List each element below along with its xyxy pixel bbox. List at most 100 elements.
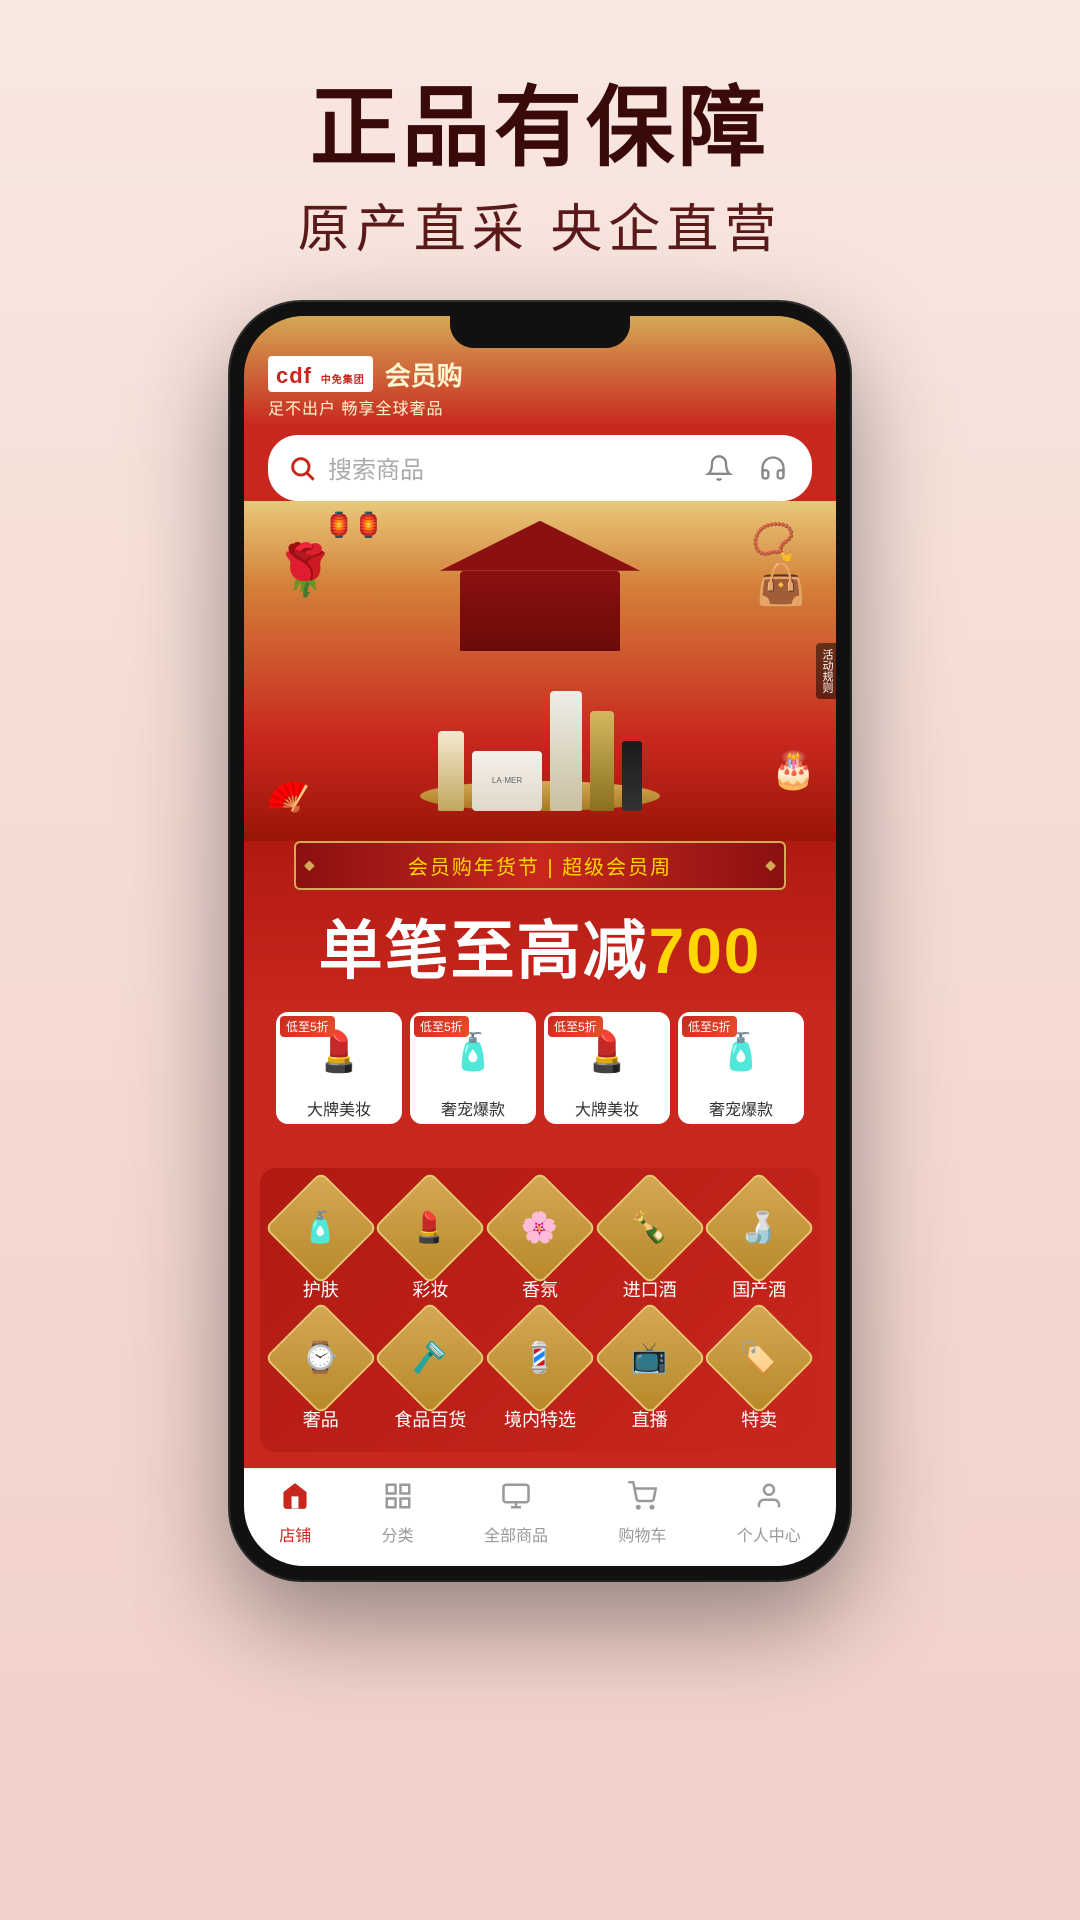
cat-diamond-skincare: 🧴 [264, 1171, 377, 1284]
lanterns-decoration: 🏮🏮 [324, 511, 384, 540]
cat-diamond-live: 📺 [593, 1301, 706, 1414]
cat-diamond-local-wine: 🍶 [703, 1171, 816, 1284]
cdf-text: cdf [276, 363, 312, 388]
sale-icon: 🏷️ [741, 1340, 778, 1375]
bag-decoration: 👜 [756, 561, 806, 608]
cat-small-badge-1: 低至5折 [414, 1016, 469, 1037]
cat-small-label-3: 奢宠爆款 [678, 1092, 804, 1124]
cat-grid-skincare[interactable]: 🧴 护肤 [270, 1188, 372, 1302]
nav-item-category[interactable]: 分类 [382, 1481, 414, 1546]
logo-subtitle: 足不出户 畅享全球奢品 [268, 395, 463, 419]
cat-grid-local-wine[interactable]: 🍶 国产酒 [708, 1188, 810, 1302]
cat-grid-fragrance[interactable]: 🌸 香氛 [489, 1188, 591, 1302]
cat-small-item-3[interactable]: 🧴 低至5折 奢宠爆款 [678, 1012, 804, 1124]
phone-notch [450, 316, 630, 348]
cat-grid-sale[interactable]: 🏷️ 特卖 [708, 1318, 810, 1432]
cat-small-label-0: 大牌美妆 [276, 1092, 402, 1124]
nav-item-profile[interactable]: 个人中心 [737, 1481, 801, 1546]
cat-small-label-2: 大牌美妆 [544, 1092, 670, 1124]
product-stage: LA·MER [438, 691, 642, 811]
category-section: 🧴 护肤 💄 彩妆 🌸 [244, 1152, 836, 1468]
profile-nav-icon [754, 1481, 784, 1518]
live-icon: 📺 [631, 1340, 668, 1375]
food-icon: 🪒 [412, 1340, 449, 1375]
cream-icon-3: 🧴 [719, 1031, 764, 1073]
necklace-decoration: 📿 [751, 521, 796, 563]
cat-diamond-makeup: 💄 [374, 1171, 487, 1284]
cat-diamond-domestic: 💈 [483, 1301, 596, 1414]
all-products-nav-icon [501, 1481, 531, 1518]
store-nav-label: 店铺 [279, 1522, 311, 1546]
cake-decoration: 🎂 [771, 749, 816, 791]
cat-grid-live[interactable]: 📺 直播 [599, 1318, 701, 1432]
promo-badge-text: 会员购年货节 | 超级会员周 [408, 857, 672, 879]
cat-grid-makeup[interactable]: 💄 彩妆 [380, 1188, 482, 1302]
header-top: cdf 中免集团 会员购 足不出户 畅享全球奢品 [268, 356, 812, 419]
temple-roof [440, 521, 640, 571]
cat-diamond-food: 🪒 [374, 1301, 487, 1414]
local-wine-icon: 🍶 [741, 1210, 778, 1245]
cat-grid-food[interactable]: 🪒 食品百货 [380, 1318, 482, 1432]
all-products-nav-label: 全部商品 [484, 1522, 548, 1546]
cat-small-item-0[interactable]: 💄 低至5折 大牌美妆 [276, 1012, 402, 1124]
cat-small-badge-3: 低至5折 [682, 1016, 737, 1037]
makeup-icon: 💄 [412, 1210, 449, 1245]
product-lamer: LA·MER [472, 751, 542, 811]
cat-small-label-1: 奢宠爆款 [410, 1092, 536, 1124]
cat-grid-import-wine[interactable]: 🍾 进口酒 [599, 1188, 701, 1302]
hero-main-title: 正品有保障 [298, 80, 782, 177]
store-nav-icon [280, 1481, 310, 1518]
logo-cdf: cdf 中免集团 [268, 356, 373, 392]
search-icon [288, 454, 316, 482]
nav-item-cart[interactable]: 购物车 [618, 1481, 666, 1546]
cart-nav-label: 购物车 [618, 1522, 666, 1546]
product-2 [550, 691, 582, 811]
hero-sub-title: 原产直采 央企直营 [298, 187, 782, 262]
nav-item-all-products[interactable]: 全部商品 [484, 1481, 548, 1546]
product-1 [438, 731, 464, 811]
category-nav-icon [383, 1481, 413, 1518]
product-3 [590, 711, 614, 811]
cream-icon-1: 🧴 [451, 1031, 496, 1073]
bottom-nav: 店铺 分类 [244, 1468, 836, 1566]
notification-icon[interactable] [700, 449, 738, 487]
logo-name: 会员购 [385, 356, 463, 393]
profile-nav-label: 个人中心 [737, 1522, 801, 1546]
logo-area: cdf 中免集团 会员购 足不出户 畅享全球奢品 [268, 356, 463, 419]
discount-number: 700 [649, 915, 762, 987]
product-4 [622, 741, 642, 811]
category-small-grid: 💄 低至5折 大牌美妆 🧴 低至5折 奢宠爆款 [260, 1012, 820, 1140]
cat-grid-domestic[interactable]: 💈 境内特选 [489, 1318, 591, 1432]
search-bar[interactable]: 搜索商品 [268, 435, 812, 501]
category-grid: 🧴 护肤 💄 彩妆 🌸 [260, 1168, 820, 1452]
cart-nav-icon [627, 1481, 657, 1518]
skincare-icon: 🧴 [302, 1210, 339, 1245]
cat-diamond-fragrance: 🌸 [483, 1171, 596, 1284]
cat-diamond-import-wine: 🍾 [593, 1171, 706, 1284]
fan-decoration: 🪭 [256, 764, 323, 830]
side-rule-tag[interactable]: 活动规则 [816, 643, 836, 699]
cat-small-badge-0: 低至5折 [280, 1016, 335, 1037]
cat-small-badge-2: 低至5折 [548, 1016, 603, 1037]
cat-grid-luxury[interactable]: ⌚ 奢品 [270, 1318, 372, 1432]
lamer-box: LA·MER [472, 751, 542, 811]
promo-badge: 会员购年货节 | 超级会员周 [294, 841, 786, 890]
company-text: 中免集团 [321, 375, 365, 386]
domestic-icon: 💈 [521, 1340, 558, 1375]
phone-screen: cdf 中免集团 会员购 足不出户 畅享全球奢品 [244, 316, 836, 1566]
cat-small-item-2[interactable]: 💄 低至5折 大牌美妆 [544, 1012, 670, 1124]
tall-bottle [550, 691, 582, 811]
fragrance-icon: 🌸 [521, 1210, 558, 1245]
phone-mockup: cdf 中免集团 会员购 足不出户 畅享全球奢品 [230, 302, 850, 1580]
rose-decoration: 🌹 [274, 541, 336, 600]
header-icons [684, 449, 792, 487]
cat-diamond-luxury: ⌚ [264, 1301, 377, 1414]
cat-diamond-sale: 🏷️ [703, 1301, 816, 1414]
headset-icon[interactable] [754, 449, 792, 487]
cat-small-item-1[interactable]: 🧴 低至5折 奢宠爆款 [410, 1012, 536, 1124]
luxury-icon: ⌚ [302, 1340, 339, 1375]
app-content: cdf 中免集团 会员购 足不出户 畅享全球奢品 [244, 316, 836, 1566]
nav-item-store[interactable]: 店铺 [279, 1481, 311, 1546]
category-nav-label: 分类 [382, 1522, 414, 1546]
banner-scene: 🌹 🏮🏮 📿 👜 🪭 [244, 501, 836, 841]
